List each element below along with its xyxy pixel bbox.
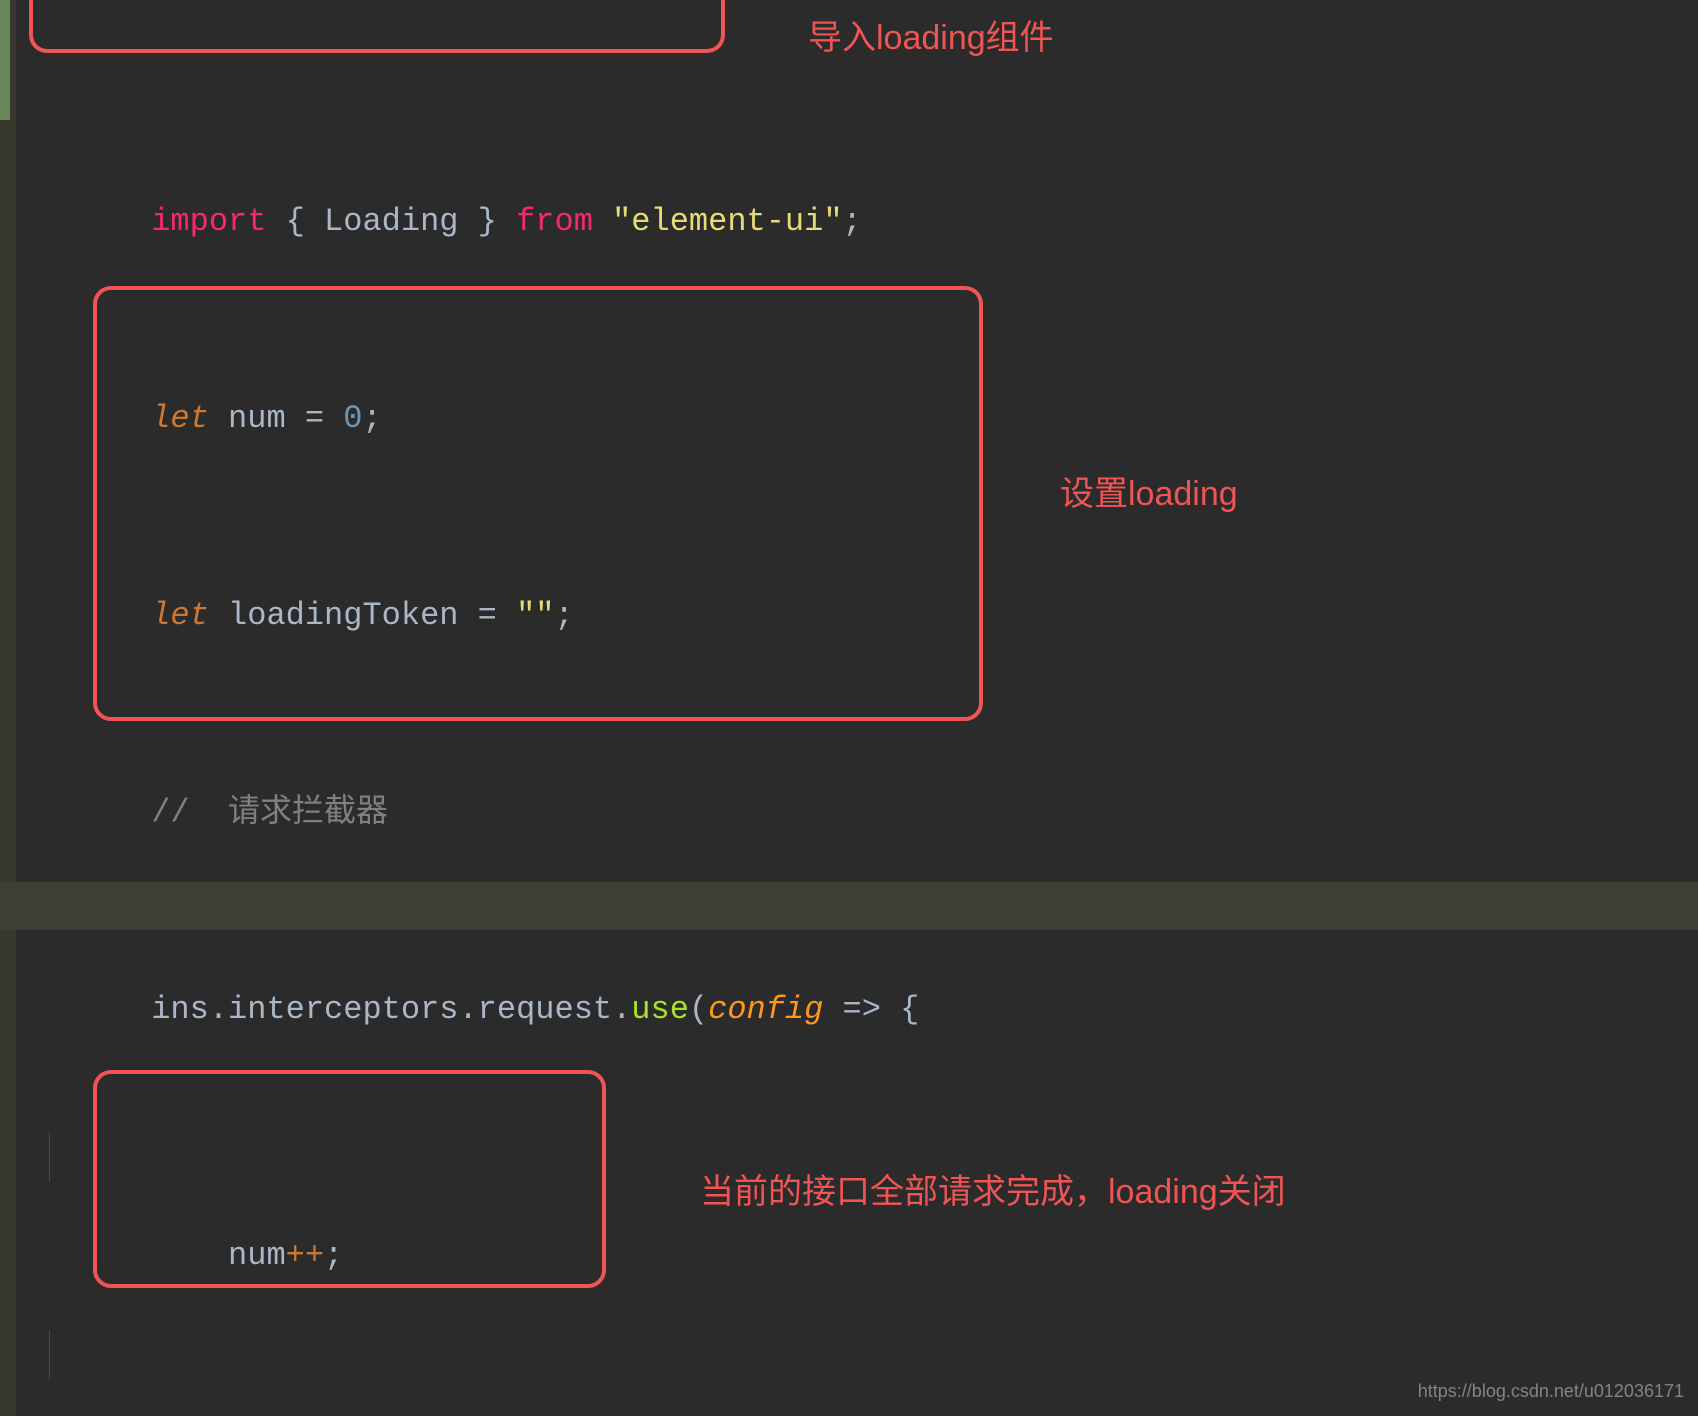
annotation-close-loading: 当前的接口全部请求完成，loading关闭 (700, 1164, 1286, 1213)
code-line[interactable]: let num = 0; (36, 345, 1698, 394)
string: "" (516, 597, 554, 634)
code-line[interactable]: import { Loading } from "element-ui"; (36, 148, 1698, 197)
watermark: https://blog.csdn.net/u012036171 (1418, 1381, 1684, 1402)
code-line[interactable]: let loadingToken = ""; (36, 542, 1698, 591)
semicolon: ; (843, 203, 862, 240)
annotation-import: 导入loading组件 (808, 10, 1054, 59)
arrow: => (843, 991, 881, 1028)
code-line[interactable]: ins.interceptors.request.use(config => { (36, 936, 1698, 985)
identifier: num (228, 400, 286, 437)
brace: { (881, 991, 919, 1028)
annotation-set-loading: 设置loading (1060, 466, 1238, 515)
identifier: loadingToken (228, 597, 458, 634)
code-line[interactable]: if (loadingToken == "") { (36, 1330, 1698, 1379)
kw-let: let (151, 400, 209, 437)
param: config (708, 991, 823, 1028)
semicolon: ; (362, 400, 381, 437)
comment: // 请求拦截器 (151, 794, 388, 831)
op: = (478, 597, 497, 634)
op: = (305, 400, 324, 437)
semicolon: ; (554, 597, 573, 634)
code-line[interactable]: // 请求拦截器 (36, 739, 1698, 788)
brace: { (286, 203, 324, 240)
paren: ( (689, 991, 708, 1028)
identifier: Loading (324, 203, 458, 240)
gutter-change-marker (0, 0, 10, 120)
fn: use (631, 991, 689, 1028)
string: "element-ui" (612, 203, 842, 240)
editor-gutter (0, 0, 16, 1416)
brace: } (458, 203, 496, 240)
identifier: ins.interceptors.request. (151, 991, 631, 1028)
op: ++ (286, 1237, 324, 1274)
kw-import: import (151, 203, 266, 240)
number: 0 (343, 400, 362, 437)
semicolon: ; (324, 1237, 343, 1274)
kw-from: from (516, 203, 593, 240)
code-editor: import { Loading } from "element-ui"; le… (0, 0, 1698, 1416)
kw-let: let (151, 597, 209, 634)
identifier: num (151, 1237, 285, 1274)
